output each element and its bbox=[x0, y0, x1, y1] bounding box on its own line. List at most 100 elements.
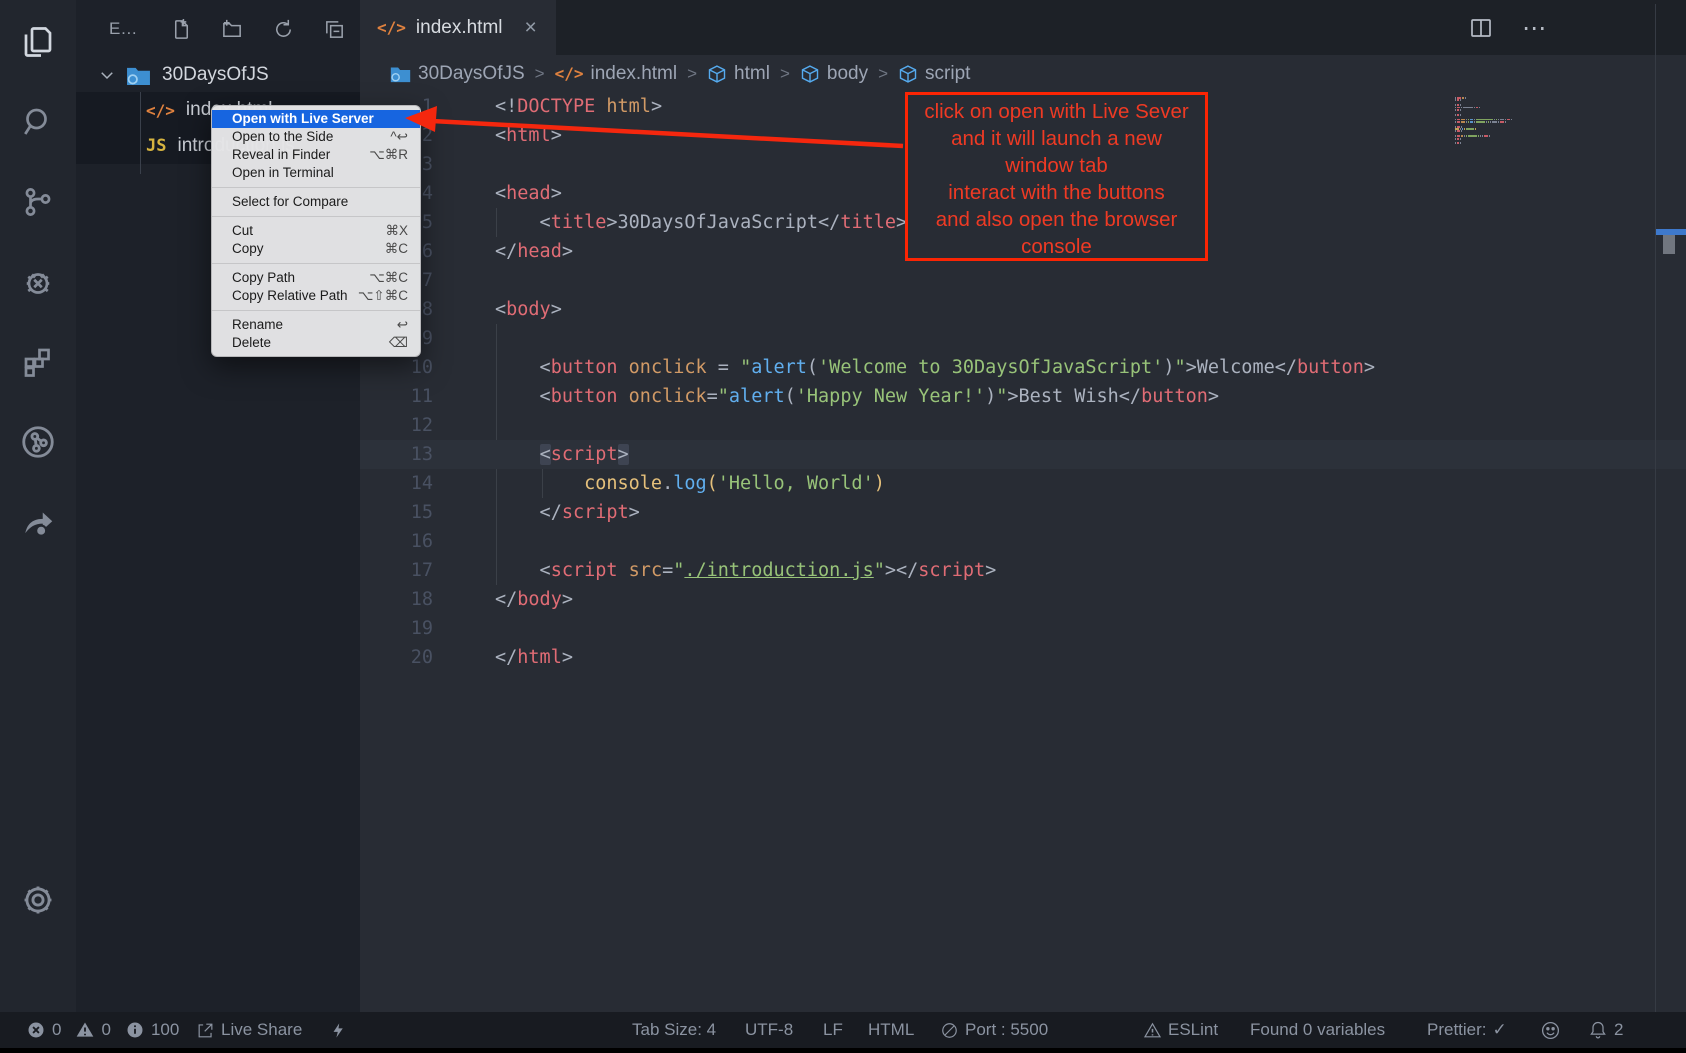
symbol-cube-icon bbox=[800, 64, 820, 84]
menu-item-cut[interactable]: Cut⌘X bbox=[212, 222, 420, 240]
annotation-line: console bbox=[908, 233, 1205, 260]
encoding-status[interactable]: UTF-8 bbox=[745, 1012, 793, 1048]
chevron-right-icon: > bbox=[687, 64, 697, 84]
code-line-10[interactable]: 10 <button onclick = "alert('Welcome to … bbox=[360, 353, 1686, 382]
code-line-14[interactable]: 14 console.log('Hello, World') bbox=[360, 469, 1686, 498]
error-icon bbox=[26, 1020, 46, 1040]
breadcrumb-item-body[interactable]: body bbox=[800, 63, 868, 85]
line-content: </script> bbox=[495, 498, 640, 527]
code-line-16[interactable]: 16 bbox=[360, 527, 1686, 556]
breadcrumb-item-script[interactable]: script bbox=[898, 63, 970, 85]
code-line-18[interactable]: 18</body> bbox=[360, 585, 1686, 614]
language-status[interactable]: HTML bbox=[868, 1012, 914, 1048]
notifications-bell[interactable]: 2 bbox=[1588, 1012, 1623, 1048]
menu-item-copy-path[interactable]: Copy Path⌥⌘C bbox=[212, 269, 420, 287]
eslint-status[interactable]: ESLint bbox=[1143, 1012, 1218, 1048]
menu-item-open-to-the-side[interactable]: Open to the Side^↩ bbox=[212, 128, 420, 146]
code-line-19[interactable]: 19 bbox=[360, 614, 1686, 643]
menu-item-delete[interactable]: Delete⌫ bbox=[212, 334, 420, 352]
lightning-status[interactable] bbox=[330, 1012, 347, 1048]
live-share-status[interactable]: Live Share bbox=[196, 1012, 302, 1048]
tab-size-status[interactable]: Tab Size: 4 bbox=[632, 1012, 716, 1048]
explorer-title: E… bbox=[109, 19, 145, 39]
line-number: 11 bbox=[360, 382, 433, 411]
share-icon bbox=[196, 1021, 215, 1040]
line-number: 19 bbox=[360, 614, 433, 643]
line-content: <button onclick = "alert('Welcome to 30D… bbox=[495, 353, 1375, 382]
split-editor-icon[interactable] bbox=[1466, 13, 1496, 43]
menu-separator bbox=[212, 263, 420, 264]
search-icon[interactable] bbox=[0, 94, 76, 150]
menu-separator bbox=[212, 310, 420, 311]
new-file-icon[interactable] bbox=[166, 14, 196, 44]
menu-item-copy[interactable]: Copy⌘C bbox=[212, 240, 420, 258]
more-actions-icon[interactable]: ⋯ bbox=[1520, 13, 1550, 43]
line-content: console.log('Hello, World') bbox=[495, 469, 885, 498]
annotation-line: interact with the buttons bbox=[908, 179, 1205, 206]
chevron-right-icon: > bbox=[878, 64, 888, 84]
code-line-11[interactable]: 11 <button onclick="alert('Happy New Yea… bbox=[360, 382, 1686, 411]
menu-item-copy-relative-path[interactable]: Copy Relative Path⌥⇧⌘C bbox=[212, 287, 420, 305]
line-content: </head> bbox=[495, 237, 573, 266]
line-number: 15 bbox=[360, 498, 433, 527]
line-content: </html> bbox=[495, 643, 573, 672]
source-graph-icon[interactable] bbox=[0, 414, 76, 470]
explorer-icon[interactable] bbox=[0, 14, 76, 70]
scrollbar-handle[interactable] bbox=[1663, 235, 1675, 254]
code-line-8[interactable]: 8<body> bbox=[360, 295, 1686, 324]
chevron-right-icon: > bbox=[780, 64, 790, 84]
line-number: 10 bbox=[360, 353, 433, 382]
warning-icon bbox=[75, 1020, 95, 1040]
code-line-15[interactable]: 15 </script> bbox=[360, 498, 1686, 527]
eol-status[interactable]: LF bbox=[823, 1012, 843, 1048]
line-number: 14 bbox=[360, 469, 433, 498]
debug-icon[interactable] bbox=[0, 254, 76, 310]
minimap[interactable] bbox=[1455, 97, 1547, 147]
code-line-20[interactable]: 20 </html> bbox=[360, 643, 1686, 672]
js-file-icon: JS bbox=[146, 136, 166, 156]
menu-item-reveal-in-finder[interactable]: Reveal in Finder⌥⌘R bbox=[212, 146, 420, 164]
line-number: 20 bbox=[360, 643, 433, 672]
source-control-icon[interactable] bbox=[0, 174, 76, 230]
folder-label: 30DaysOfJS bbox=[162, 64, 269, 86]
code-line-17[interactable]: 17 <script src="./introduction.js"></scr… bbox=[360, 556, 1686, 585]
code-line-12[interactable]: 12 bbox=[360, 411, 1686, 440]
breadcrumb-item-folder[interactable]: 30DaysOfJS bbox=[390, 63, 525, 85]
menu-item-open-in-terminal[interactable]: Open in Terminal bbox=[212, 164, 420, 182]
symbol-cube-icon bbox=[898, 64, 918, 84]
variables-status[interactable]: Found 0 variables bbox=[1250, 1012, 1385, 1048]
menu-item-rename[interactable]: Rename↩ bbox=[212, 316, 420, 334]
folder-row-30daysofjs[interactable]: 30DaysOfJS bbox=[76, 58, 360, 92]
collapse-all-icon[interactable] bbox=[319, 14, 349, 44]
feedback-smiley-icon[interactable] bbox=[1540, 1012, 1561, 1048]
breadcrumb-item-html[interactable]: html bbox=[707, 63, 770, 85]
problems-status[interactable]: 0 0 100 bbox=[26, 1012, 179, 1048]
html-file-icon: </> bbox=[146, 101, 175, 120]
warning-outline-icon bbox=[1143, 1021, 1162, 1040]
line-content: <script src="./introduction.js"></script… bbox=[495, 556, 996, 585]
line-content: <body> bbox=[495, 295, 562, 324]
code-line-13[interactable]: 13 <script> bbox=[360, 440, 1686, 469]
line-content: <head> bbox=[495, 179, 562, 208]
line-number: 18 bbox=[360, 585, 433, 614]
breadcrumb-item-file[interactable]: </> index.html bbox=[555, 63, 678, 85]
code-line-9[interactable]: 9 bbox=[360, 324, 1686, 353]
line-content: <!DOCTYPE html> bbox=[495, 92, 662, 121]
close-icon[interactable]: × bbox=[525, 16, 537, 40]
line-number: 16 bbox=[360, 527, 433, 556]
annotation-line: and it will launch a new bbox=[908, 125, 1205, 152]
port-status[interactable]: Port : 5500 bbox=[940, 1012, 1048, 1048]
settings-gear-icon[interactable] bbox=[0, 872, 76, 928]
menu-item-open-with-live-server[interactable]: Open with Live Server bbox=[212, 110, 420, 128]
html-file-icon: </> bbox=[555, 64, 584, 83]
prettier-status[interactable]: Prettier:✓ bbox=[1427, 1012, 1507, 1048]
tab-index-html[interactable]: </> index.html × bbox=[360, 0, 556, 55]
folder-icon bbox=[390, 65, 411, 83]
code-line-7[interactable]: 7 bbox=[360, 266, 1686, 295]
refresh-icon[interactable] bbox=[268, 14, 298, 44]
line-number: 17 bbox=[360, 556, 433, 585]
menu-item-select-for-compare[interactable]: Select for Compare bbox=[212, 193, 420, 211]
extensions-icon[interactable] bbox=[0, 334, 76, 390]
live-share-icon[interactable] bbox=[0, 494, 76, 550]
new-folder-icon[interactable] bbox=[217, 14, 247, 44]
